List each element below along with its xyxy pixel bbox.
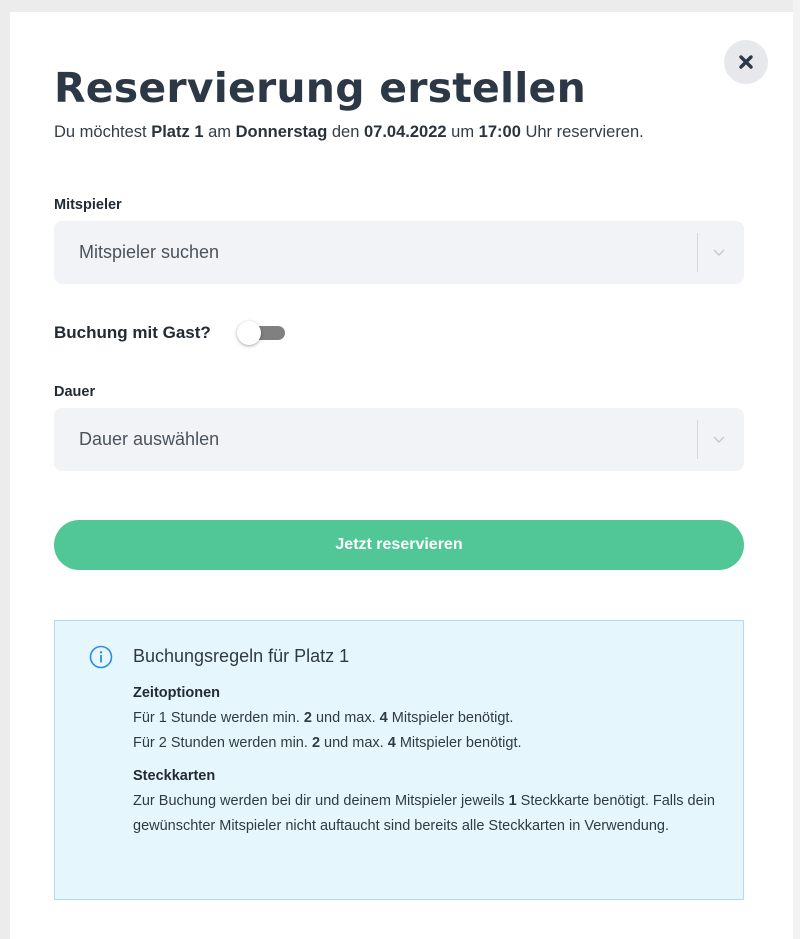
- scrollbar[interactable]: [793, 0, 800, 939]
- duration-placeholder: Dauer auswählen: [79, 429, 220, 449]
- select-divider: [697, 420, 698, 459]
- reservation-date: 07.04.2022: [363, 123, 447, 141]
- reservation-modal: Reservierung erstellen Du möchtest Platz…: [10, 12, 793, 939]
- reservation-summary: Du möchtest Platz 1 am Donnerstag den 07…: [54, 123, 644, 141]
- chevron-down-icon[interactable]: [712, 432, 726, 446]
- guest-label: Buchung mit Gast?: [54, 323, 211, 342]
- players-label: Mitspieler: [54, 197, 122, 213]
- guest-row: Buchung mit Gast?: [54, 321, 287, 345]
- time-option-rule: Für 1 Stunde werden min. 2 und max. 4 Mi…: [133, 710, 514, 726]
- rules-content: Zeitoptionen Für 1 Stunde werden min. 2 …: [133, 681, 728, 839]
- guest-toggle[interactable]: [236, 321, 287, 345]
- close-button[interactable]: [724, 40, 768, 84]
- duration-select[interactable]: Dauer auswählen: [54, 408, 744, 471]
- cards-title: Steckkarten: [133, 768, 216, 784]
- reservation-day: Donnerstag: [235, 123, 328, 141]
- time-options-title: Zeitoptionen: [133, 685, 220, 701]
- rules-heading: Buchungsregeln für Platz 1: [133, 646, 350, 666]
- info-icon: [89, 645, 113, 669]
- players-select[interactable]: Mitspieler suchen: [54, 221, 744, 284]
- close-icon: [739, 55, 753, 69]
- court-name: Platz 1: [151, 123, 204, 141]
- reservation-time: 17:00: [478, 123, 521, 141]
- players-placeholder: Mitspieler suchen: [79, 242, 220, 262]
- page-title: Reservierung erstellen: [54, 64, 586, 112]
- chevron-down-icon[interactable]: [712, 245, 726, 259]
- booking-rules-box: Buchungsregeln für Platz 1 Zeitoptionen …: [54, 620, 744, 900]
- toggle-thumb: [236, 321, 261, 345]
- select-divider: [697, 233, 698, 272]
- time-option-rule: Für 2 Stunden werden min. 2 und max. 4 M…: [133, 735, 522, 751]
- duration-label: Dauer: [54, 384, 96, 400]
- reserve-button[interactable]: Jetzt reservieren: [54, 520, 744, 570]
- cards-rule: Zur Buchung werden bei dir und deinem Mi…: [133, 793, 715, 834]
